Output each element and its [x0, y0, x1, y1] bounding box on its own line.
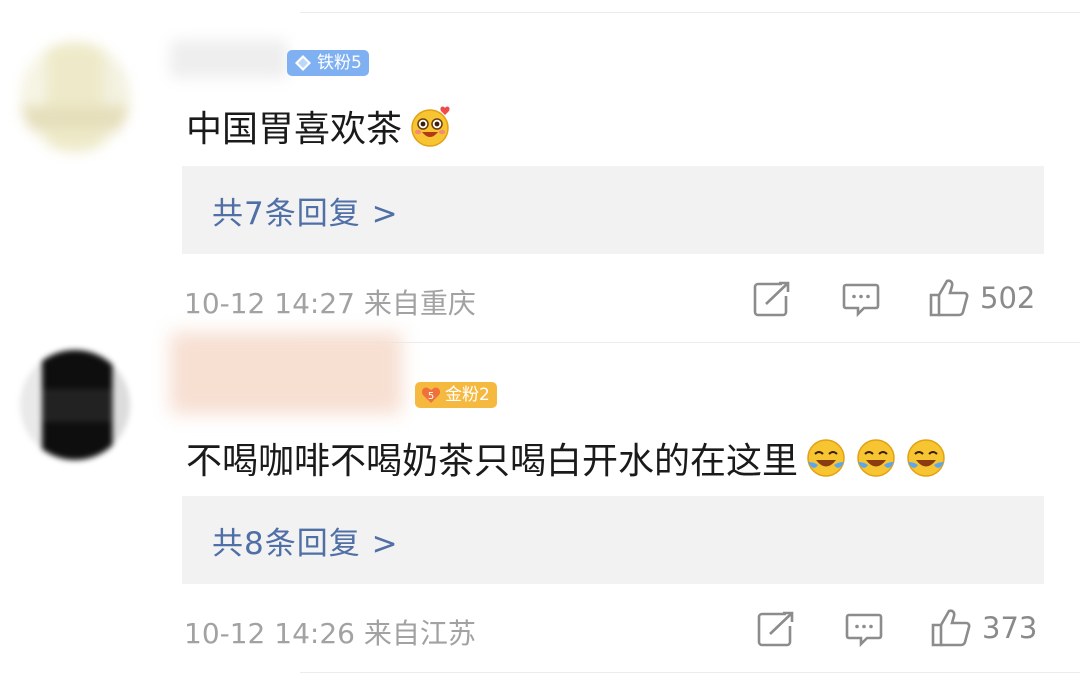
comment-button[interactable]: [842, 282, 880, 318]
comment-meta: 10-12 14:27 来自重庆: [184, 287, 476, 320]
comment-body: 中国胃喜欢茶: [186, 109, 403, 150]
comment-icon: [845, 613, 883, 648]
view-replies-button[interactable]: 共8条回复 >: [182, 496, 1044, 584]
username-blurred[interactable]: [170, 332, 402, 414]
comment-divider: [300, 342, 1080, 343]
fan-badge-iron: 铁粉5: [287, 50, 369, 76]
laugh-cry-emoji-icon: [857, 439, 895, 477]
comment-text: 不喝咖啡不喝奶茶只喝白开水的在这里: [186, 432, 948, 484]
replies-label: 共8条回复 >: [212, 525, 399, 562]
top-divider: [300, 12, 1080, 13]
badge-label: 铁粉5: [317, 53, 362, 73]
like-count: 502: [980, 281, 1036, 315]
like-icon: [929, 279, 969, 317]
comment-button[interactable]: [845, 612, 883, 648]
comment-meta: 10-12 14:26 来自江苏: [184, 617, 476, 650]
badge-level: 5: [428, 391, 434, 402]
diamond-icon: [295, 55, 311, 71]
comment-text: 中国胃喜欢茶: [186, 100, 452, 152]
laugh-cry-emoji-icon: [807, 439, 845, 477]
fan-badge-gold: 5 金粉2: [415, 382, 497, 408]
view-replies-button[interactable]: 共7条回复 >: [182, 166, 1044, 254]
avatar[interactable]: [20, 42, 130, 152]
comment-icon: [842, 283, 880, 318]
bottom-divider: [300, 672, 1080, 673]
like-icon: [931, 609, 971, 647]
replies-label: 共7条回复 >: [212, 195, 399, 232]
heart-crown-icon: 5: [421, 387, 441, 403]
avatar[interactable]: [20, 350, 130, 460]
badge-label: 金粉2: [445, 385, 490, 405]
like-button[interactable]: 373: [930, 608, 1037, 648]
share-icon: [757, 611, 794, 647]
repost-button[interactable]: [756, 610, 796, 648]
repost-button[interactable]: [752, 280, 792, 318]
username-blurred[interactable]: [170, 40, 288, 78]
smiling-heart-emoji-icon: [411, 106, 450, 147]
like-count: 373: [982, 611, 1038, 645]
laugh-cry-emoji-icon: [907, 439, 945, 477]
like-button[interactable]: 502: [928, 278, 1035, 318]
share-icon: [753, 281, 790, 317]
comment-body: 不喝咖啡不喝奶茶只喝白开水的在这里: [186, 441, 799, 482]
